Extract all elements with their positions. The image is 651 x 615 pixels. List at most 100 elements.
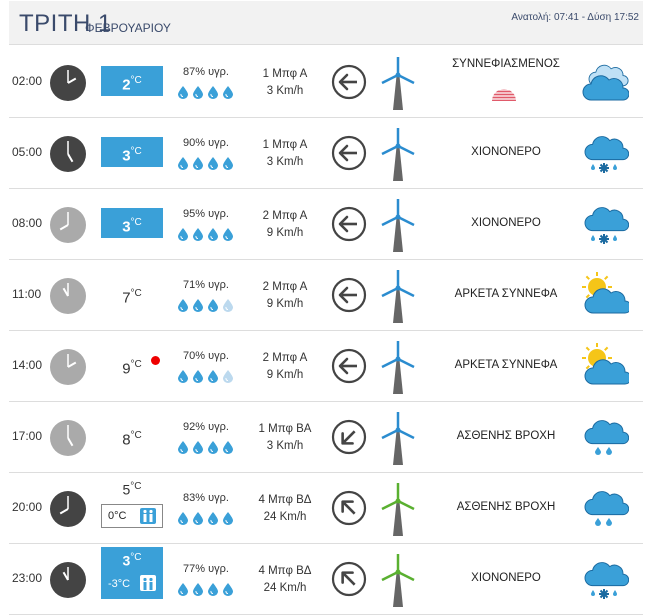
forecast-row: 17:00 8°C 92% υγρ. 1 Μπφ ΒΑ 3 Km/h ΑΣΘΕΝΗΣ … xyxy=(9,401,643,473)
wind-info: 2 Μπφ Α 9 Km/h xyxy=(249,279,321,313)
condition-label: ΑΣΘΕΝΗΣ ΒΡΟΧΗ xyxy=(456,430,556,442)
wind-turbine-icon xyxy=(381,269,415,325)
temperature-value: 3°C xyxy=(101,208,163,238)
wind-beaufort: 2 Μπφ Α xyxy=(262,210,308,222)
temperature-value: 9°C xyxy=(101,350,163,380)
drop-icon xyxy=(177,370,189,387)
wind-info: 1 Μπφ ΒΑ 3 Km/h xyxy=(249,421,321,455)
wind-beaufort: 1 Μπφ ΒΑ xyxy=(258,423,312,435)
condition-label: ΑΡΚΕΤΑ ΣΥΝΝΕΦΑ xyxy=(454,288,558,300)
wind-speed: 9 Km/h xyxy=(266,369,304,381)
heat-warning-dot xyxy=(151,356,160,365)
wind-direction-arrow-icon xyxy=(331,561,367,597)
forecast-table: ΤΡΙΤΗ 1 ΦΕΒΡΟΥΑΡΙΟΥ Ανατολή: 07:41 - Δύσ… xyxy=(9,1,643,615)
wind-turbine-icon xyxy=(381,411,415,467)
forecast-row: 14:00 9°C 70% υγρ. 2 Μπφ Α 9 Km/h ΑΡΚΕΤΑ ΣΥ… xyxy=(9,330,643,402)
temperature-value: 5°C xyxy=(101,476,163,498)
drop-icon xyxy=(222,583,234,600)
clock-icon xyxy=(49,206,87,244)
drop-icon xyxy=(192,228,204,245)
drop-icon xyxy=(222,228,234,245)
humidity-label: 95% υγρ. xyxy=(183,208,229,220)
wind-speed: 3 Km/h xyxy=(266,440,304,452)
wind-info: 2 Μπφ Α 9 Km/h xyxy=(249,350,321,384)
wind-direction-arrow-icon xyxy=(331,64,367,100)
temperature-cell: 3°C -3°C xyxy=(101,547,163,611)
temp-unit: °C xyxy=(130,481,142,492)
humidity-label: 71% υγρ. xyxy=(183,279,229,291)
forecast-row: 08:00 3°C 95% υγρ. 2 Μπφ Α 9 Km/h ΧΙΟΝΟΝΕΡΟ xyxy=(9,188,643,260)
feels-like-box: 0°C xyxy=(101,504,163,528)
wind-turbine-icon xyxy=(381,482,415,538)
temperature-value: 3°C xyxy=(101,137,163,167)
wind-turbine-icon xyxy=(381,340,415,396)
temperature-value: 2°C xyxy=(101,66,163,96)
temp-number: 3 xyxy=(122,218,131,236)
wind-info: 1 Μπφ Α 3 Km/h xyxy=(249,137,321,171)
forecast-row: 02:00 2°C 87% υγρ. 1 Μπφ Α 3 Km/h ΣΥΝΝΕΦΙΑΣ… xyxy=(9,46,643,118)
wind-beaufort: 1 Μπφ Α xyxy=(262,68,308,80)
clock-icon xyxy=(49,419,87,457)
drop-icon xyxy=(222,370,234,387)
sleet-icon xyxy=(581,200,630,248)
temp-unit: °C xyxy=(130,430,142,441)
condition-label: ΑΡΚΕΤΑ ΣΥΝΝΕΦΑ xyxy=(454,359,558,371)
wind-beaufort: 1 Μπφ Α xyxy=(262,139,308,151)
wind-beaufort: 2 Μπφ Α xyxy=(262,352,308,364)
wind-direction-arrow-icon xyxy=(331,419,367,455)
month-label: ΦΕΒΡΟΥΑΡΙΟΥ xyxy=(85,21,171,35)
drop-icon xyxy=(207,157,219,174)
temp-number: 7 xyxy=(122,289,131,307)
humidity-drops xyxy=(177,582,237,596)
wind-speed: 24 Km/h xyxy=(263,582,307,594)
condition-label: ΣΥΝΝΕΦΙΑΣΜΕΝΟΣ xyxy=(452,58,560,70)
temp-unit: °C xyxy=(130,217,142,228)
drop-icon xyxy=(177,512,189,529)
wind-turbine-icon xyxy=(381,56,415,112)
temp-number: 9 xyxy=(122,360,131,378)
drop-icon xyxy=(177,583,189,600)
wind-speed: 3 Km/h xyxy=(266,85,304,97)
temp-unit: °C xyxy=(130,552,142,563)
temp-unit: °C xyxy=(130,359,142,370)
drop-icon xyxy=(207,583,219,600)
wind-turbine-icon xyxy=(381,553,415,609)
temp-unit: °C xyxy=(130,75,142,86)
drop-icon xyxy=(192,583,204,600)
light-rain-icon xyxy=(581,413,630,461)
wind-direction-arrow-icon xyxy=(331,348,367,384)
drop-icon xyxy=(207,228,219,245)
feels-like-value: -3°C xyxy=(108,578,131,590)
humidity-drops xyxy=(177,440,237,454)
time-label: 23:00 xyxy=(12,571,43,585)
person-icon xyxy=(140,575,156,591)
wind-speed: 9 Km/h xyxy=(266,227,304,239)
sleet-icon xyxy=(581,555,630,603)
forecast-row: 05:00 3°C 90% υγρ. 1 Μπφ Α 3 Km/h ΧΙΟΝΟΝΕΡΟ xyxy=(9,117,643,189)
time-label: 02:00 xyxy=(12,74,43,88)
drop-icon xyxy=(177,299,189,316)
time-label: 20:00 xyxy=(12,500,43,514)
humidity-drops xyxy=(177,369,237,383)
time-label: 11:00 xyxy=(12,287,42,301)
drop-icon xyxy=(192,512,204,529)
humidity-drops xyxy=(177,156,237,170)
temperature-value: 7°C xyxy=(101,279,163,309)
clock-icon xyxy=(49,135,87,173)
time-label: 14:00 xyxy=(12,358,43,372)
day-header: ΤΡΙΤΗ 1 ΦΕΒΡΟΥΑΡΙΟΥ Ανατολή: 07:41 - Δύσ… xyxy=(9,1,643,45)
clock-icon xyxy=(49,64,87,102)
condition-label: ΑΣΘΕΝΗΣ ΒΡΟΧΗ xyxy=(456,501,556,513)
wind-info: 2 Μπφ Α 9 Km/h xyxy=(249,208,321,242)
time-label: 08:00 xyxy=(12,216,43,230)
time-label: 17:00 xyxy=(12,429,43,443)
forecast-row: 11:00 7°C 71% υγρ. 2 Μπφ Α 9 Km/h ΑΡΚΕΤΑ ΣΥ… xyxy=(9,259,643,331)
drop-icon xyxy=(192,441,204,458)
humidity-drops xyxy=(177,298,237,312)
drop-icon xyxy=(177,228,189,245)
sunrise-sunset: Ανατολή: 07:41 - Δύση 17:52 xyxy=(511,12,639,23)
drop-icon xyxy=(192,157,204,174)
condition-label: ΧΙΟΝΟΝΕΡΟ xyxy=(471,146,541,158)
clock-icon xyxy=(49,277,87,315)
wind-turbine-icon xyxy=(381,127,415,183)
